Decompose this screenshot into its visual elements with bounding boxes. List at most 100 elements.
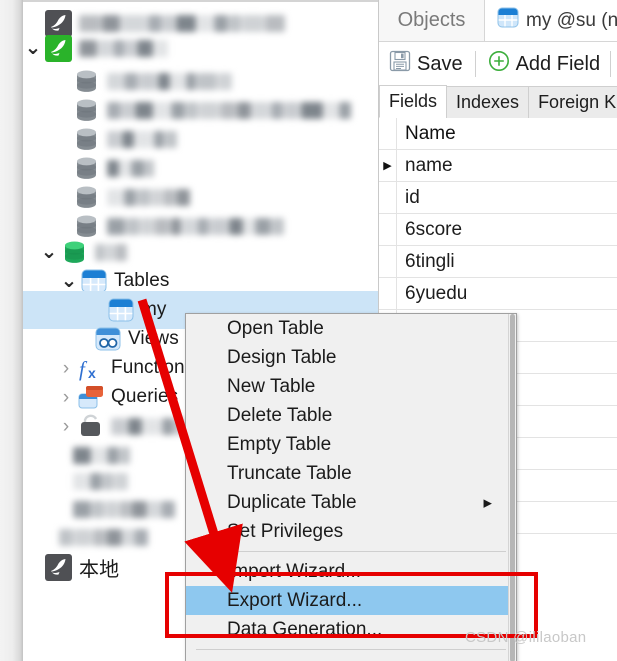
field-name-cell[interactable]: 6tingli (397, 251, 455, 273)
field-name-cell[interactable]: name (397, 155, 453, 177)
fields-grid-header: Name (379, 118, 617, 150)
save-button[interactable]: Save (389, 50, 463, 78)
menu-item-label: New Table (227, 375, 316, 397)
save-icon (389, 50, 411, 78)
svg-text:f: f (79, 357, 88, 381)
table-row[interactable]: 6tingli (379, 246, 617, 278)
tab-foreign-k[interactable]: Foreign K (528, 86, 617, 118)
tab-label: Indexes (456, 92, 520, 112)
menu-item-import-wizard[interactable]: Import Wizard... (186, 557, 516, 586)
add-field-label: Add Field (515, 52, 601, 75)
watermark-label: CSDN @ililaoban (465, 629, 587, 646)
tab-objects-label: Objects (397, 9, 466, 31)
tree-item-label: Queries (111, 386, 179, 407)
redacted-label (111, 417, 185, 435)
connection-icon-active (45, 34, 72, 62)
tree-item-label: my (141, 299, 167, 320)
redacted-label (73, 500, 175, 518)
menu-item-label: Data Generation... (227, 618, 383, 640)
menu-item-label: Import Wizard... (227, 560, 362, 582)
field-name-cell[interactable]: 6score (397, 219, 462, 241)
tree-item-label: Function (111, 357, 185, 378)
table-row[interactable]: id (379, 182, 617, 214)
table-context-menu[interactable]: Open Table Design Table New Table Delete Ta… (185, 313, 517, 661)
menu-item-delete-table[interactable]: Delete Table (186, 401, 516, 430)
current-row-marker-icon (379, 278, 397, 309)
redacted-label (95, 243, 127, 261)
tab-indexes[interactable]: Indexes (446, 86, 530, 118)
menu-item-label: Set Privileges (227, 520, 344, 542)
add-field-button[interactable]: Add Field (488, 50, 601, 78)
plus-circle-icon (488, 50, 510, 78)
menu-item-open-table[interactable]: Open Table (186, 314, 516, 343)
current-row-marker-icon (379, 214, 397, 245)
menu-item-duplicate-table[interactable]: Duplicate Table ▶ (186, 488, 516, 517)
redacted-label (59, 528, 148, 546)
field-name-cell[interactable]: 6yuedu (397, 283, 467, 305)
table-icon (497, 7, 519, 34)
menu-item-new-table[interactable]: New Table (186, 372, 516, 401)
menu-item-label: Duplicate Table (227, 491, 357, 513)
menu-item-set-privileges[interactable]: Set Privileges (186, 517, 516, 546)
designer-toolbar: Save Add Field (379, 42, 617, 87)
tab-label: Foreign K (538, 92, 617, 112)
menu-separator (196, 649, 506, 650)
table-row[interactable]: ▶ name (379, 150, 617, 182)
menu-item-label: Empty Table (227, 433, 332, 455)
app-window: ⌄ ⌄ ⌄ Tables my Views › f x Function › Queries › 本地 O… (0, 0, 617, 661)
menu-item-label: Truncate Table (227, 462, 352, 484)
tab-objects[interactable]: Objects (379, 0, 485, 41)
column-header-name[interactable]: Name (397, 123, 456, 145)
scrollbar-thumb[interactable] (510, 314, 515, 661)
field-name-cell[interactable]: id (397, 187, 420, 209)
chevron-down-icon[interactable]: ⌄ (41, 242, 58, 262)
chevron-right-icon[interactable]: ▶ (484, 496, 492, 509)
redacted-label (107, 130, 177, 148)
menu-separator (196, 551, 506, 552)
save-label: Save (417, 52, 463, 75)
views-folder-icon (95, 327, 121, 352)
row-marker-cell (379, 118, 397, 149)
context-menu-scrollbar[interactable] (508, 314, 516, 661)
current-row-marker-icon (379, 182, 397, 213)
chevron-right-icon[interactable]: › (58, 417, 74, 436)
menu-item-design-table[interactable]: Design Table (186, 343, 516, 372)
tree-item-label: Tables (114, 270, 170, 291)
chevron-right-icon[interactable]: › (58, 388, 74, 407)
toolbar-separator-2 (610, 51, 612, 77)
menu-item-truncate-table[interactable]: Truncate Table (186, 459, 516, 488)
table-icon (108, 298, 134, 323)
tree-left-gutter (0, 0, 23, 661)
designer-subtabs: Fields Indexes Foreign K (379, 85, 617, 119)
tree-item-label: Views (128, 328, 179, 349)
chevron-down-icon[interactable]: ⌄ (61, 271, 78, 291)
menu-item-label: Export Wizard... (227, 589, 363, 611)
current-row-marker-icon (379, 246, 397, 277)
menu-item-empty-table[interactable]: Empty Table (186, 430, 516, 459)
tab-current-table[interactable]: my @su (ne (485, 0, 617, 41)
table-row[interactable]: 6yuedu (379, 278, 617, 310)
current-row-marker-icon: ▶ (379, 150, 397, 181)
tables-folder-icon (81, 269, 107, 294)
redacted-label (107, 159, 154, 177)
toolbar-separator (474, 51, 476, 77)
connection-icon (45, 553, 72, 581)
backups-folder-icon (78, 414, 104, 439)
redacted-label (107, 188, 190, 206)
tab-label: Fields (389, 91, 438, 111)
menu-item-label: Design Table (227, 346, 337, 368)
queries-folder-icon (78, 385, 104, 410)
chevron-down-icon[interactable]: ⌄ (25, 38, 42, 58)
redacted-label (73, 472, 128, 490)
tree-item-label: 本地 (79, 556, 120, 581)
chevron-right-icon[interactable]: › (58, 359, 74, 378)
tab-fields[interactable]: Fields (379, 85, 448, 118)
functions-folder-icon: fx (78, 356, 104, 381)
redacted-label (107, 72, 232, 90)
menu-item-label: Delete Table (227, 404, 333, 426)
redacted-label (107, 217, 284, 235)
table-row[interactable]: 6score (379, 214, 617, 246)
redacted-label (107, 101, 351, 119)
menu-item-export-wizard[interactable]: Export Wizard... (186, 586, 516, 615)
redacted-label (73, 446, 130, 464)
